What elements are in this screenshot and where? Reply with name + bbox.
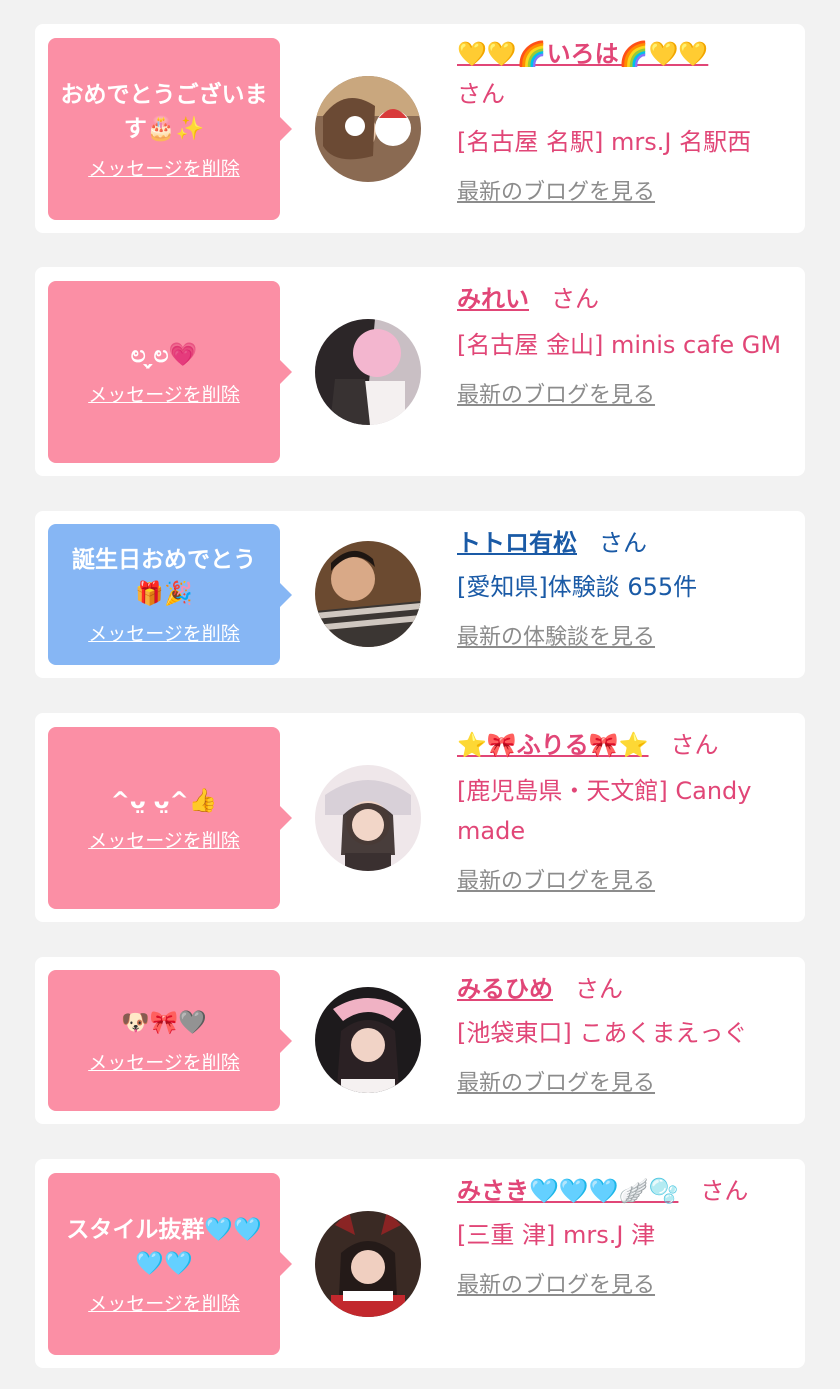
- avatar[interactable]: [315, 765, 421, 871]
- profile-name-link[interactable]: みるひめ: [457, 975, 553, 1003]
- shop-name: [三重 津] mrs.J 津: [457, 1221, 656, 1249]
- message-list: おめでとうございます🎂✨ メッセージを削除 💛💛🌈いろは🌈💛💛 さん [名古屋 …: [0, 0, 840, 1389]
- shop-name: [池袋東口] こあくまえっぐ: [457, 1019, 748, 1047]
- message-bubble: 🐶🎀🩶 メッセージを削除: [48, 970, 292, 1111]
- latest-blog-link[interactable]: 最新のブログを見る: [457, 377, 655, 409]
- avatar-photo: [315, 76, 421, 182]
- message-card: 🐶🎀🩶 メッセージを削除 みるひめ さん [池袋東口] こあくまえっぐ 最新のブロ…: [35, 957, 805, 1124]
- delete-message-link[interactable]: メッセージを削除: [88, 1289, 240, 1316]
- avatar-photo: [315, 1211, 421, 1317]
- card-info: みるひめ さん [池袋東口] こあくまえっぐ 最新のブログを見る: [457, 969, 797, 1097]
- honorific: さん: [700, 1177, 749, 1205]
- delete-message-link[interactable]: メッセージを削除: [88, 826, 240, 853]
- delete-message-link[interactable]: メッセージを削除: [88, 154, 240, 181]
- avatar[interactable]: [315, 319, 421, 425]
- delete-message-link[interactable]: メッセージを削除: [88, 619, 240, 646]
- message-card: ಲ ̖̖̗̗̗̗ಲ💗 メッセージを削除 みれい さん [名古屋 金山] minis…: [35, 267, 805, 476]
- honorific: さん: [551, 285, 599, 313]
- honorific: さん: [575, 975, 623, 1003]
- message-card: 誕生日おめでとう🎁🎉 メッセージを削除 トトロ有松 さん [愛知県]体験談 655…: [35, 511, 805, 678]
- shop-name: [名古屋 金山] minis cafe GM: [457, 331, 782, 359]
- honorific: さん: [599, 529, 647, 557]
- message-card: スタイル抜群🩵🩵🩵🩵 メッセージを削除 みさき🩵🩵🩵🪽🫧 さん [三重 津] mr…: [35, 1159, 805, 1368]
- avatar[interactable]: [315, 1211, 421, 1317]
- avatar-photo: [315, 765, 421, 871]
- profile-name-link[interactable]: 💛💛🌈いろは🌈💛💛: [457, 40, 708, 68]
- avatar-photo: [315, 319, 421, 425]
- latest-blog-link[interactable]: 最新のブログを見る: [457, 1065, 655, 1097]
- profile-name-link[interactable]: ⭐🎀ふりる🎀⭐: [457, 731, 649, 759]
- avatar-photo: [315, 541, 421, 647]
- profile-name-link[interactable]: みれい: [457, 285, 529, 313]
- avatar[interactable]: [315, 987, 421, 1093]
- message-text: スタイル抜群🩵🩵🩵🩵: [66, 1216, 262, 1277]
- latest-blog-link[interactable]: 最新のブログを見る: [457, 1267, 655, 1299]
- latest-blog-link[interactable]: 最新のブログを見る: [457, 174, 655, 206]
- delete-message-link[interactable]: メッセージを削除: [88, 380, 240, 407]
- shop-name: [名古屋 名駅] mrs.J 名駅西: [457, 128, 752, 156]
- avatar[interactable]: [315, 76, 421, 182]
- message-bubble: 誕生日おめでとう🎁🎉 メッセージを削除: [48, 524, 292, 665]
- latest-blog-link[interactable]: 最新のブログを見る: [457, 863, 655, 895]
- message-bubble: おめでとうございます🎂✨ メッセージを削除: [48, 38, 292, 220]
- message-bubble: スタイル抜群🩵🩵🩵🩵 メッセージを削除: [48, 1173, 292, 1355]
- profile-name-link[interactable]: トトロ有松: [457, 529, 577, 557]
- message-card: ^ᴗ̤ ᴗ̤^👍 メッセージを削除 ⭐🎀ふりる🎀⭐ さん [鹿児島県・天文館] C…: [35, 713, 805, 922]
- card-info: トトロ有松 さん [愛知県]体験談 655件 最新の体験談を見る: [457, 523, 797, 651]
- card-info: みれい さん [名古屋 金山] minis cafe GM 最新のブログを見る: [457, 279, 797, 409]
- avatar-photo: [315, 987, 421, 1093]
- latest-review-link[interactable]: 最新の体験談を見る: [457, 619, 655, 651]
- avatar[interactable]: [315, 541, 421, 647]
- profile-name-link[interactable]: みさき🩵🩵🩵🪽🫧: [457, 1177, 678, 1205]
- message-text: ^ᴗ̤ ᴗ̤^👍: [110, 787, 218, 814]
- message-text: 🐶🎀🩶: [121, 1010, 207, 1036]
- card-info: みさき🩵🩵🩵🪽🫧 さん [三重 津] mrs.J 津 最新のブログを見る: [457, 1171, 797, 1299]
- card-info: 💛💛🌈いろは🌈💛💛 さん [名古屋 名駅] mrs.J 名駅西 最新のブログを見…: [457, 34, 797, 206]
- message-text: 誕生日おめでとう🎁🎉: [72, 547, 256, 607]
- message-bubble: ^ᴗ̤ ᴗ̤^👍 メッセージを削除: [48, 727, 292, 909]
- message-text: おめでとうございます🎂✨: [60, 81, 268, 142]
- message-card: おめでとうございます🎂✨ メッセージを削除 💛💛🌈いろは🌈💛💛 さん [名古屋 …: [35, 24, 805, 233]
- message-text: ಲ ̖̖̗̗̗̗ಲ💗: [130, 341, 198, 368]
- message-bubble: ಲ ̖̖̗̗̗̗ಲ💗 メッセージを削除: [48, 281, 292, 463]
- honorific: さん: [457, 80, 505, 108]
- review-count: [愛知県]体験談 655件: [457, 573, 698, 601]
- honorific: さん: [670, 731, 719, 759]
- delete-message-link[interactable]: メッセージを削除: [88, 1048, 240, 1075]
- card-info: ⭐🎀ふりる🎀⭐ さん [鹿児島県・天文館] Candy made 最新のブログを見…: [457, 725, 797, 895]
- shop-name: [鹿児島県・天文館] Candy made: [457, 777, 752, 845]
